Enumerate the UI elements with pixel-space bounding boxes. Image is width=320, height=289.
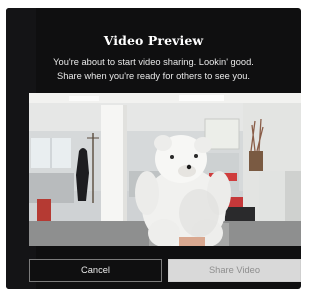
- camera-preview: [29, 93, 301, 246]
- dialog-message-line-2: Share when you're ready for others to se…: [57, 71, 250, 81]
- camera-preview-image: [29, 93, 301, 246]
- share-video-button[interactable]: Share Video: [168, 259, 301, 282]
- dialog-message-line-1: You're about to start video sharing. Loo…: [53, 57, 254, 67]
- dialog-message: You're about to start video sharing. Loo…: [16, 55, 291, 83]
- dialog-title: Video Preview: [103, 33, 204, 48]
- screen: Video Preview You're about to start vide…: [0, 0, 306, 289]
- video-preview-dialog: Video Preview You're about to start vide…: [6, 8, 301, 289]
- cancel-button[interactable]: Cancel: [29, 259, 162, 282]
